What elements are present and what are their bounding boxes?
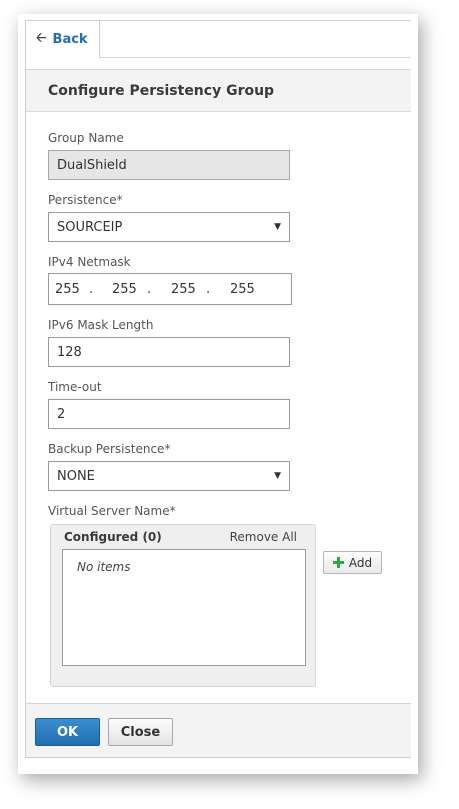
top-toolbar: 🡠 Back (26, 21, 411, 58)
octet-separator: . (206, 282, 211, 297)
group-name-field: DualShield (48, 150, 290, 180)
persistence-label: Persistence* (48, 193, 123, 207)
configured-items-list[interactable]: No items (62, 549, 306, 666)
ipv6-mask-length-value: 128 (57, 344, 82, 360)
timeout-label: Time-out (48, 380, 102, 394)
back-label: Back (52, 32, 88, 47)
ipv4-octet-2[interactable]: 255 (112, 282, 137, 297)
ipv4-netmask-label: IPv4 Netmask (48, 255, 131, 269)
backup-persistence-value: NONE (57, 468, 95, 484)
backup-persistence-select[interactable]: NONE ▼ (48, 461, 290, 491)
timeout-input[interactable]: 2 (48, 399, 290, 429)
configure-persistency-panel: 🡠 Back Configure Persistency Group Group… (25, 20, 411, 758)
octet-separator: . (89, 282, 94, 297)
ipv4-octet-3[interactable]: 255 (171, 282, 196, 297)
ipv6-mask-length-input[interactable]: 128 (48, 337, 290, 367)
arrow-left-icon: 🡠 (36, 30, 47, 46)
ipv4-netmask-field[interactable]: 255 . 255 . 255 . 255 (48, 273, 292, 305)
caret-down-icon: ▼ (274, 471, 281, 481)
ipv4-octet-4[interactable]: 255 (230, 282, 255, 297)
ipv6-mask-length-label: IPv6 Mask Length (48, 318, 154, 332)
remove-all-link[interactable]: Remove All (230, 530, 297, 544)
dialog-footer: OK Close (26, 703, 411, 757)
ok-button[interactable]: OK (35, 718, 100, 746)
persistence-value: SOURCEIP (57, 219, 123, 235)
add-button[interactable]: Add (323, 551, 382, 574)
back-button[interactable]: 🡠 Back (26, 21, 100, 58)
empty-list-text: No items (77, 560, 131, 574)
configured-count: Configured (0) (64, 530, 162, 544)
timeout-value: 2 (57, 406, 66, 422)
group-name-label: Group Name (48, 131, 124, 145)
caret-down-icon: ▼ (274, 222, 281, 232)
virtual-server-list: Configured (0) Remove All No items (50, 524, 316, 687)
persistence-select[interactable]: SOURCEIP ▼ (48, 212, 290, 242)
page-title: Configure Persistency Group (26, 69, 411, 112)
group-name-value: DualShield (57, 157, 127, 173)
virtual-server-name-label: Virtual Server Name* (48, 504, 176, 518)
plus-icon (332, 557, 344, 568)
ipv4-octet-1[interactable]: 255 (55, 282, 80, 297)
close-button[interactable]: Close (108, 718, 173, 746)
octet-separator: . (147, 282, 152, 297)
add-label: Add (348, 555, 373, 570)
backup-persistence-label: Backup Persistence* (48, 442, 171, 456)
